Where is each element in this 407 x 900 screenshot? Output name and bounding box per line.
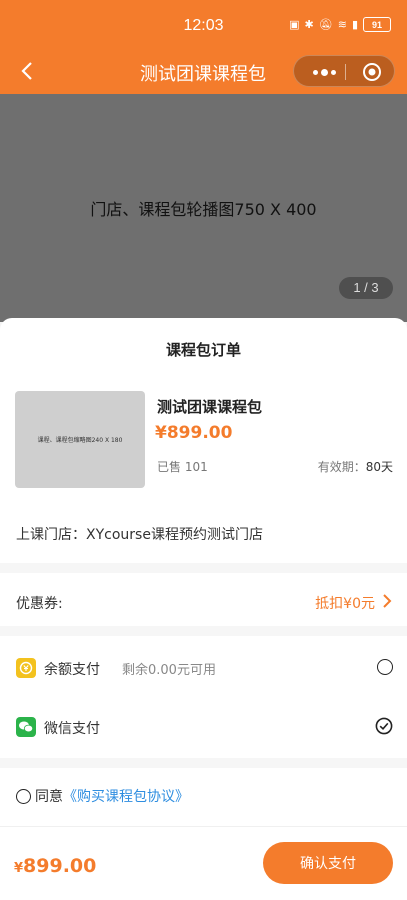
order-sheet: 课程包订单 课程、课程包缩略图240 X 180 测试团课课程包 ¥899.00…: [0, 318, 407, 900]
product-price: ¥899.00: [155, 423, 233, 443]
agreement-row: 同意 《购买课程包协议》: [16, 786, 189, 806]
nfc-icon: ▣: [289, 18, 300, 31]
more-dot-icon: [320, 68, 328, 76]
balance-pay-label: 余额支付: [44, 662, 100, 678]
back-button[interactable]: [14, 58, 40, 84]
wifi-icon: ≋: [337, 18, 347, 31]
validity-label: 有效期：: [317, 460, 366, 474]
agreement-checkbox[interactable]: [16, 788, 31, 804]
balance-pay-option[interactable]: 余额支付 剩余0.00元可用: [0, 640, 407, 696]
coupon-value: 抵扣¥0元: [315, 596, 375, 612]
wechat-pay-label: 微信支付: [44, 721, 100, 737]
banner-carousel[interactable]: 门店、课程包轮播图750 X 400 1 / 3: [0, 94, 407, 322]
section-divider: [0, 563, 407, 573]
signal-icon: ▮: [351, 18, 358, 31]
balance-pay-radio[interactable]: [377, 659, 393, 675]
sold-count: 已售 101: [157, 460, 208, 474]
coupon-label: 优惠券:: [16, 596, 63, 612]
footer-divider: [0, 826, 407, 827]
battery-icon: 91: [363, 17, 391, 32]
section-divider: [0, 758, 407, 768]
mute-icon: 🔕︎: [318, 18, 333, 31]
bluetooth-icon: ✱: [304, 18, 314, 31]
agreement-link[interactable]: 《购买课程包协议》: [63, 786, 189, 806]
wechat-icon: [16, 717, 36, 737]
status-bar: 12:03 ▣ ✱ 🔕︎ ≋ ▮ 91: [0, 0, 407, 50]
close-program-button[interactable]: [362, 62, 382, 82]
sheet-title: 课程包订单: [165, 341, 241, 359]
total-currency: ¥: [14, 861, 24, 876]
confirm-pay-button[interactable]: 确认支付: [263, 842, 393, 884]
more-dot-icon: [330, 69, 336, 75]
wechat-pay-checked-radio[interactable]: [375, 717, 393, 735]
page-title: 测试团课课程包: [140, 64, 266, 85]
status-icons: ▣ ✱ 🔕︎ ≋ ▮ 91: [289, 17, 391, 32]
coupon-row[interactable]: 优惠券: 抵扣¥0元: [0, 576, 407, 626]
total-value: 899.00: [23, 855, 97, 877]
banner-page-indicator: 1 / 3: [339, 277, 393, 299]
more-dot-icon: [312, 69, 318, 75]
store-info: 上课门店：XYcourse课程预约测试门店: [16, 527, 263, 543]
chevron-right-icon: [383, 594, 392, 608]
agreement-prefix: 同意: [35, 789, 63, 805]
thumbnail-placeholder-text: 课程、课程包缩略图240 X 180: [37, 437, 123, 444]
chevron-left-icon: [21, 62, 32, 80]
banner-placeholder-text: 门店、课程包轮播图750 X 400: [90, 200, 317, 219]
product-thumbnail: 课程、课程包缩略图240 X 180: [15, 391, 145, 488]
validity-value: 80天: [365, 460, 393, 474]
capsule-divider: [345, 64, 346, 80]
validity-period: 有效期：80天: [318, 458, 393, 475]
balance-remaining: 剩余0.00元可用: [122, 663, 216, 678]
section-divider: [0, 626, 407, 636]
nav-bar: 测试团课课程包: [0, 50, 407, 94]
more-menu-button[interactable]: [304, 60, 344, 84]
total-amount: ¥899.00: [14, 855, 96, 877]
wechat-pay-option[interactable]: 微信支付: [0, 699, 407, 755]
mini-program-capsule: [293, 55, 395, 87]
wallet-icon: [16, 658, 36, 678]
product-name: 测试团课课程包: [157, 398, 263, 416]
